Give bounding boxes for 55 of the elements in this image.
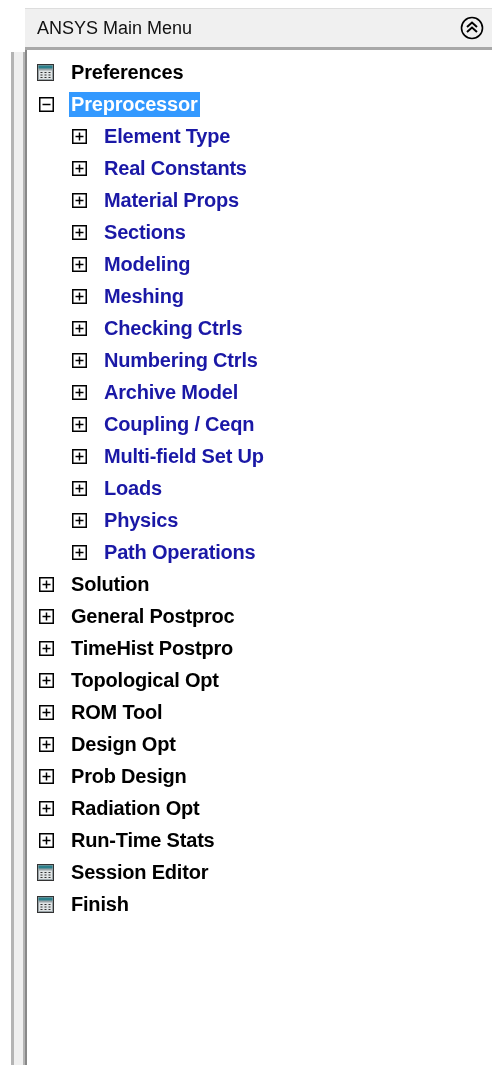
tree-item[interactable]: Prob Design (69, 763, 189, 789)
tree-item[interactable]: General Postproc (69, 603, 237, 629)
expand-box-icon[interactable] (72, 384, 87, 400)
expand-box-icon[interactable] (72, 160, 87, 176)
tree-item[interactable]: Checking Ctrls (102, 315, 245, 341)
expand-box-icon[interactable] (39, 800, 54, 816)
expand-box-icon[interactable] (72, 480, 87, 496)
expand-box-icon[interactable] (72, 544, 87, 560)
tree-item[interactable]: ROM Tool (69, 699, 165, 725)
tree-item[interactable]: Loads (102, 475, 164, 501)
expand-box-icon[interactable] (72, 416, 87, 432)
tree-item[interactable]: Multi-field Set Up (102, 443, 266, 469)
tree-item[interactable]: Physics (102, 507, 181, 533)
collapse-box-icon[interactable] (39, 96, 54, 112)
tree-item[interactable]: Session Editor (69, 859, 211, 885)
tree-item[interactable]: Meshing (102, 283, 186, 309)
tree-item[interactable]: Sections (102, 219, 188, 245)
expand-box-icon[interactable] (39, 576, 54, 592)
calculator-icon (37, 863, 54, 881)
calculator-icon (37, 63, 54, 81)
expand-box-icon[interactable] (39, 832, 54, 848)
tree-item[interactable]: Design Opt (69, 731, 178, 757)
tree-item[interactable]: Archive Model (102, 379, 241, 405)
expand-box-icon[interactable] (72, 288, 87, 304)
expand-box-icon[interactable] (39, 608, 54, 624)
tree-item[interactable]: Path Operations (102, 539, 258, 565)
collapse-icon[interactable] (460, 16, 484, 40)
tree-item[interactable]: Radiation Opt (69, 795, 202, 821)
expand-box-icon[interactable] (39, 736, 54, 752)
expand-box-icon[interactable] (39, 672, 54, 688)
tree-item[interactable]: Preferences (69, 59, 186, 85)
expand-box-icon[interactable] (72, 512, 87, 528)
tree-item[interactable]: Element Type (102, 123, 233, 149)
tree-item[interactable]: Material Props (102, 187, 242, 213)
expand-box-icon[interactable] (72, 352, 87, 368)
tree-item[interactable]: Finish (69, 891, 131, 917)
expand-box-icon[interactable] (72, 448, 87, 464)
expand-box-icon[interactable] (39, 768, 54, 784)
expand-box-icon[interactable] (72, 320, 87, 336)
expand-box-icon[interactable] (72, 128, 87, 144)
panel-title: ANSYS Main Menu (37, 17, 193, 39)
tree-item[interactable]: Numbering Ctrls (102, 347, 260, 373)
tree-item[interactable]: Solution (69, 571, 152, 597)
tree-item[interactable]: Run-Time Stats (69, 827, 217, 853)
expand-box-icon[interactable] (72, 224, 87, 240)
tree-item[interactable]: Coupling / Ceqn (102, 411, 257, 437)
expand-box-icon[interactable] (39, 640, 54, 656)
expand-box-icon[interactable] (39, 704, 54, 720)
tree-item[interactable]: Real Constants (102, 155, 249, 181)
tree-item[interactable]: TimeHist Postpro (69, 635, 235, 661)
expand-box-icon[interactable] (72, 256, 87, 272)
expand-box-icon[interactable] (72, 192, 87, 208)
tree-item[interactable]: Modeling (102, 251, 193, 277)
tree-item[interactable]: Topological Opt (69, 667, 221, 693)
calculator-icon (37, 895, 54, 913)
